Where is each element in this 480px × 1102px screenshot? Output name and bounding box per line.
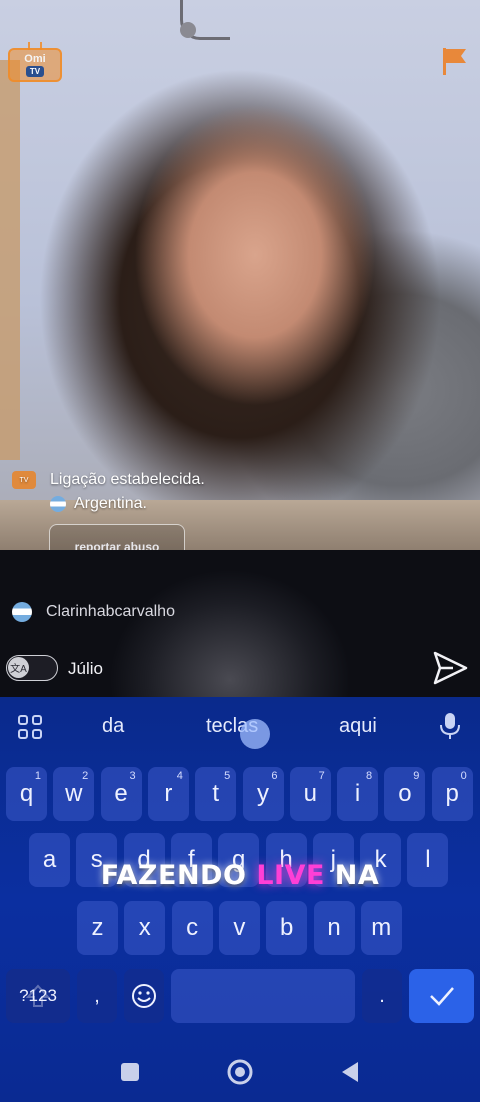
suggestion-bar: da teclas aqui [0,697,480,759]
logo-tv-text: TV [25,65,45,77]
wall-edge [0,60,20,460]
symbols-key[interactable]: ?123 [6,969,70,1023]
key-u-label: u [303,780,317,807]
live-banner: FAZENDO LIVE NA [0,860,480,891]
key-v-label: v [233,914,246,941]
key-i[interactable]: i8 [337,767,379,821]
key-w-label: w [65,780,83,807]
key-z[interactable]: z [77,901,118,955]
period-key[interactable]: . [362,969,402,1023]
key-y-hint: 6 [271,770,278,782]
key-c[interactable]: c [171,901,213,955]
send-button[interactable] [430,648,470,688]
system-message: TV Ligação estabelecida. Argentina. [12,468,205,516]
key-u[interactable]: u7 [289,767,331,821]
partner-name: Clarinhabcarvalho [46,603,175,620]
key-r-hint: 4 [176,770,183,782]
argentina-flag-icon [12,602,32,622]
key-n-label: n [327,914,341,941]
video-feed: Omi TV TV Ligação estabelecida. Argentin… [0,0,480,550]
key-p-label: p [445,780,459,807]
comma-key[interactable]: , [77,969,117,1023]
translate-toggle[interactable]: 文A [6,655,58,681]
key-p[interactable]: p0 [431,767,473,821]
key-z-label: z [91,914,104,941]
key-o-hint: 9 [413,770,420,782]
home-icon [227,1059,253,1085]
check-icon [429,987,454,1006]
key-y-label: y [257,780,269,807]
key-w[interactable]: w2 [53,767,95,821]
apps-grid-icon[interactable] [18,715,42,739]
enter-key[interactable] [409,969,474,1023]
space-bar[interactable] [171,969,355,1023]
emoji-key[interactable] [124,969,164,1023]
emoji-icon [132,984,156,1008]
key-n[interactable]: n [313,901,355,955]
back-icon [342,1062,358,1082]
system-nav-bar [0,1045,480,1102]
key-x[interactable]: x [124,901,166,955]
suggestion-3[interactable]: aqui [339,715,377,738]
soft-keyboard: da teclas aqui q1w2e3r4t5y6u7i8o9p0asdfg… [0,697,480,1102]
chat-panel: Clarinhabcarvalho 文A [0,550,480,697]
key-b-label: b [280,914,294,941]
key-r[interactable]: r4 [147,767,189,821]
logo-text: Omi [24,52,46,65]
key-w-hint: 2 [82,770,89,782]
home-button[interactable] [225,1057,255,1087]
translate-icon: 文A [8,657,29,678]
suggestion-1[interactable]: da [102,715,124,738]
recents-icon [121,1063,139,1081]
key-r-label: r [164,780,173,807]
key-q[interactable]: q1 [6,767,47,821]
recents-button[interactable] [115,1057,145,1087]
key-c-label: c [186,914,199,941]
key-u-hint: 7 [318,770,325,782]
key-q-hint: 1 [34,770,41,782]
back-button[interactable] [335,1057,365,1087]
key-m-label: m [371,914,392,941]
report-flag-icon[interactable] [440,46,468,76]
key-t[interactable]: t5 [195,767,237,821]
key-v[interactable]: v [218,901,260,955]
app-logo: Omi TV [8,48,62,82]
key-o[interactable]: o9 [384,767,426,821]
key-i-hint: 8 [365,770,373,782]
key-e-hint: 3 [129,770,136,782]
argentina-flag-icon [50,496,66,512]
key-q-label: q [19,780,34,807]
key-t-hint: 5 [224,770,231,782]
country-text: Argentina. [74,495,147,512]
banner-text-2: NA [324,860,380,891]
key-b[interactable]: b [266,901,308,955]
message-input[interactable] [68,656,398,682]
banner-text-1: FAZENDO [100,860,257,891]
lamp-fixture [180,22,196,38]
key-e[interactable]: e3 [100,767,142,821]
tv-icon: TV [12,471,36,489]
key-t-label: t [212,780,220,807]
key-m[interactable]: m [360,901,402,955]
key-e-label: e [114,780,128,807]
key-i-label: i [354,780,361,807]
key-x-label: x [138,914,151,941]
send-icon [433,651,468,685]
partner-row: Clarinhabcarvalho [12,602,175,622]
touch-indicator [240,719,270,749]
banner-live-text: LIVE [256,860,325,891]
key-y[interactable]: y6 [242,767,284,821]
key-p-hint: 0 [460,770,467,782]
microphone-icon[interactable] [438,711,462,741]
connection-status-text: Ligação estabelecida. [50,471,205,488]
key-o-label: o [398,780,412,807]
